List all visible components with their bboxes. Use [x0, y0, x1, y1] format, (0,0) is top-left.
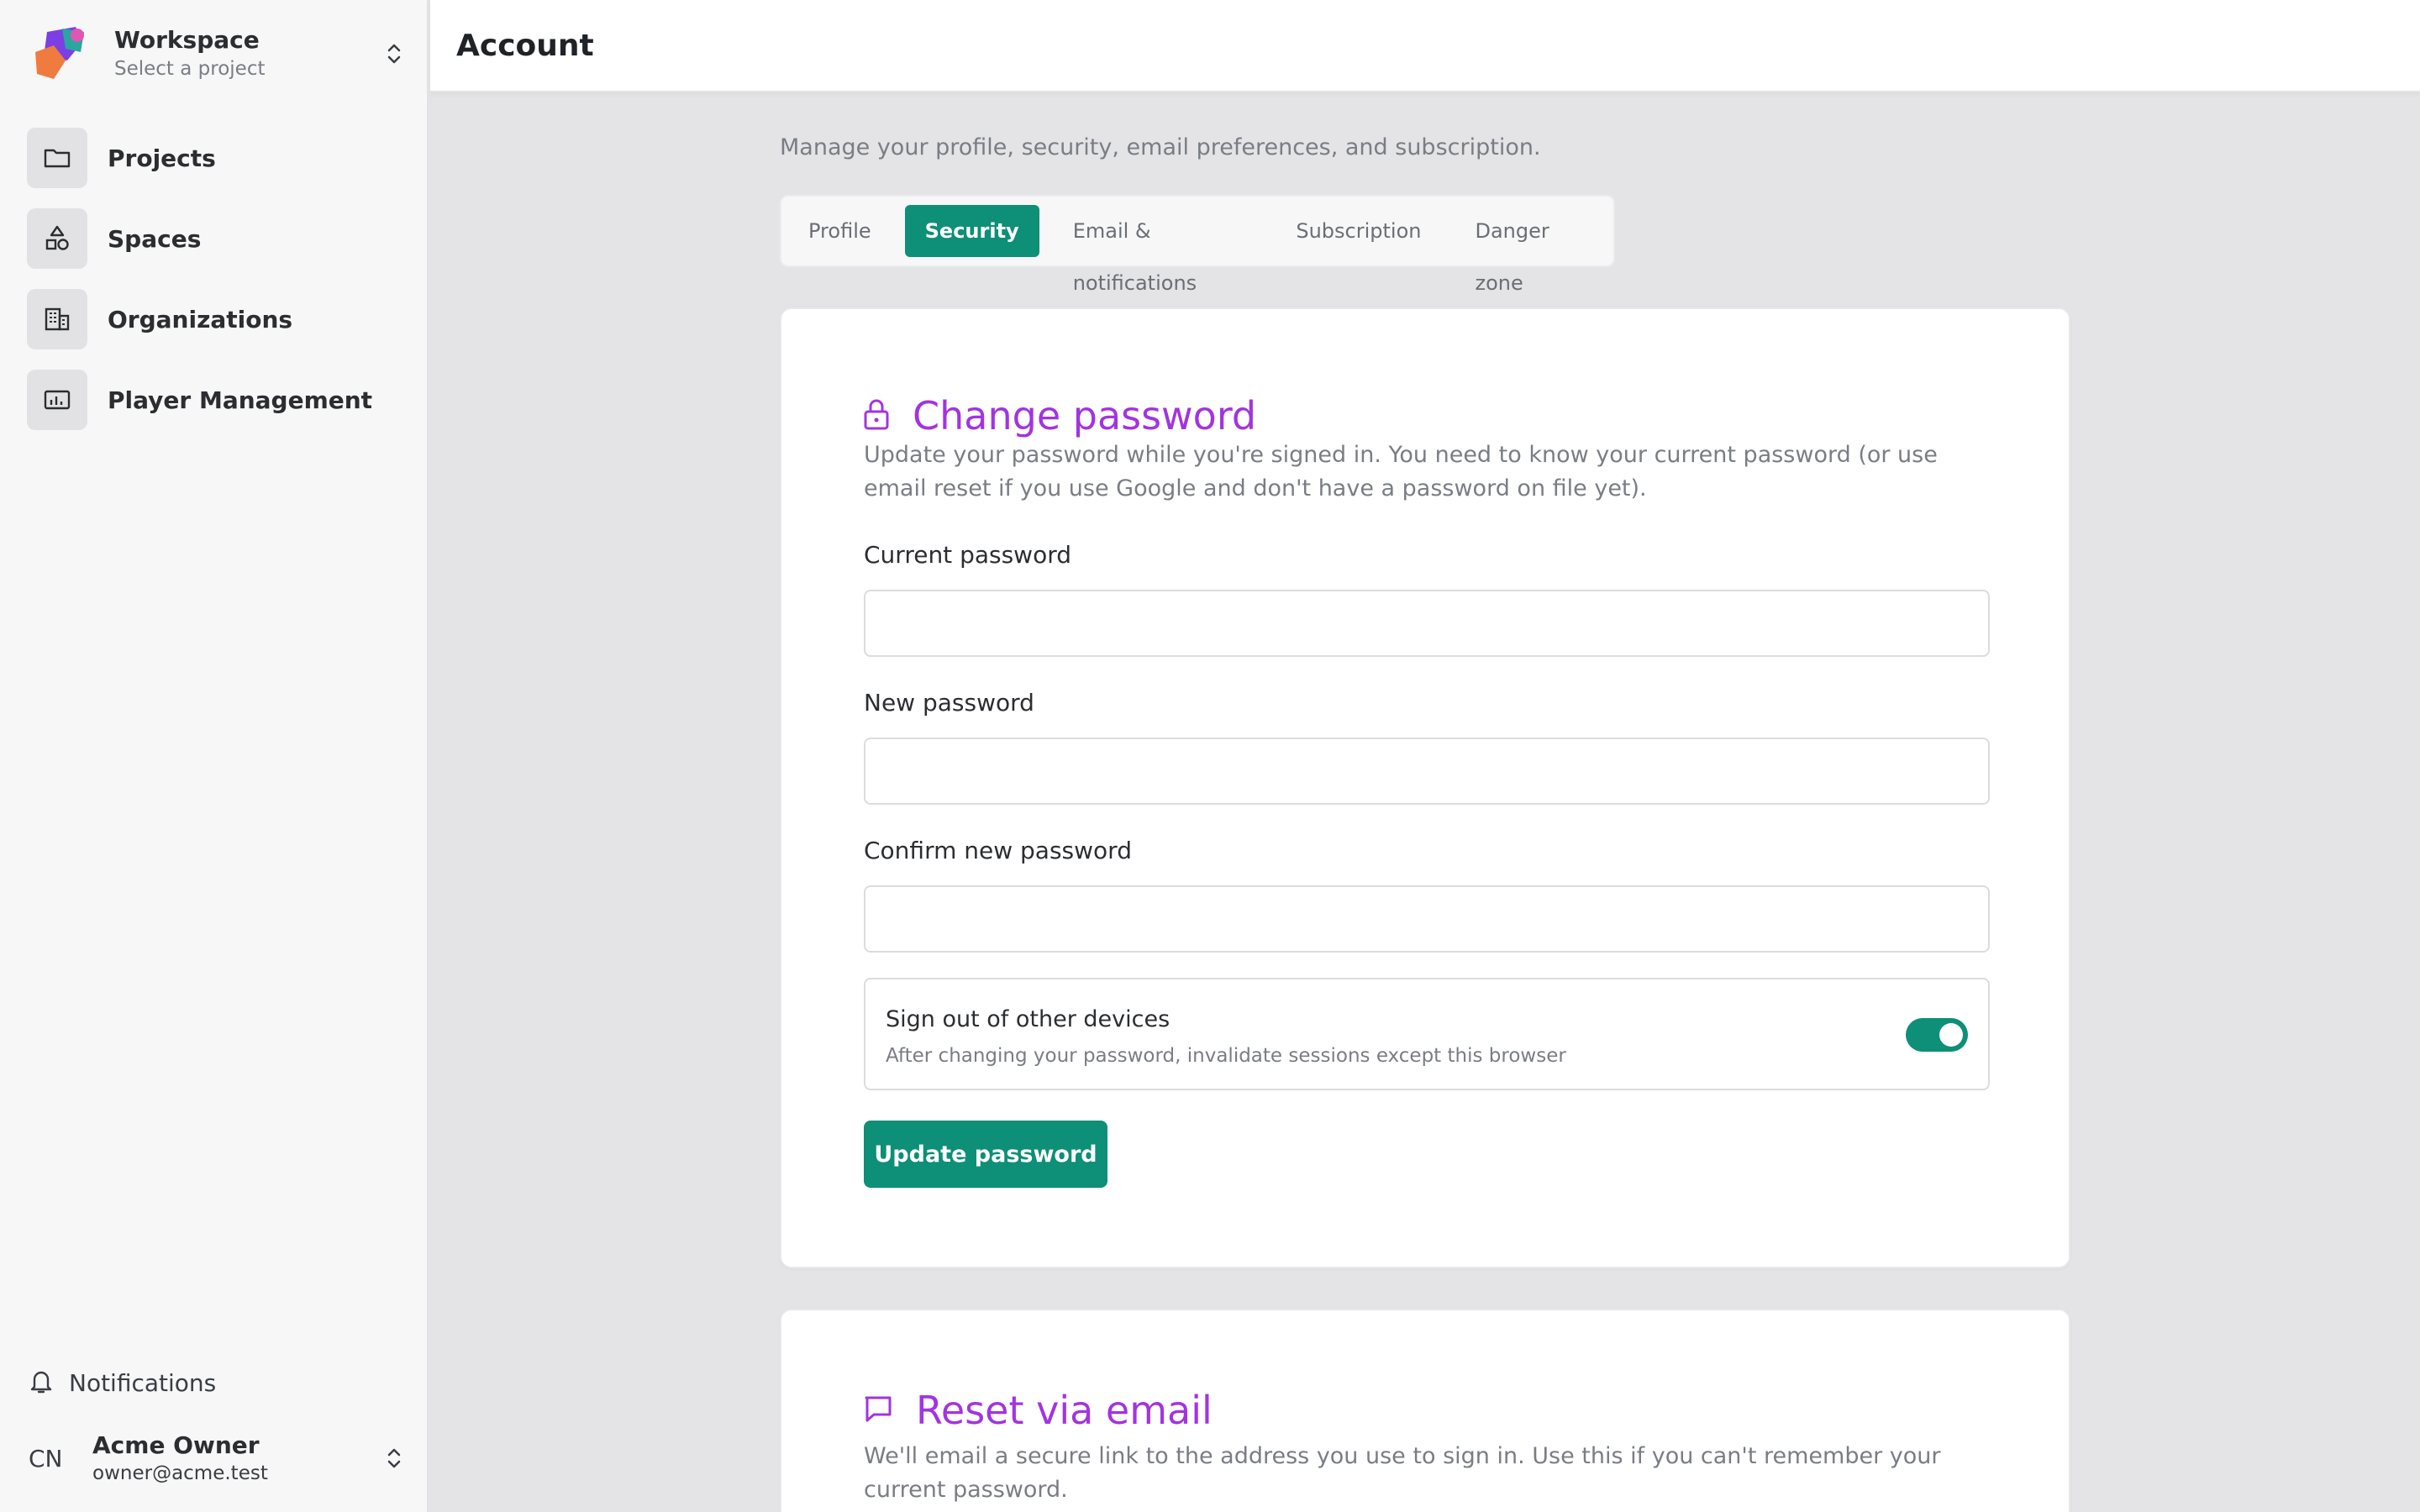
- workspace-logo-icon: [29, 24, 89, 84]
- bell-icon: [29, 1367, 54, 1399]
- tab-danger-zone[interactable]: Danger zone: [1455, 205, 1600, 295]
- sidebar-item-label: Organizations: [108, 305, 293, 333]
- page-title: Account: [456, 28, 594, 63]
- change-password-card: Change password Update your password whi…: [780, 307, 2070, 1268]
- new-password-input[interactable]: [864, 738, 1990, 805]
- sidebar-item-label: Projects: [108, 144, 216, 172]
- new-password-label: New password: [864, 689, 1034, 717]
- signout-devices-description: After changing your password, invalidate…: [886, 1045, 1566, 1067]
- current-password-input[interactable]: [864, 590, 1990, 657]
- workspace-subtitle: Select a project: [114, 58, 266, 80]
- sidebar-item-player-management[interactable]: Player Management: [27, 370, 402, 430]
- workspace-title: Workspace: [114, 26, 260, 54]
- sidebar-item-organizations[interactable]: Organizations: [27, 289, 402, 349]
- monitor-chart-icon: [27, 370, 87, 430]
- message-icon: [862, 1393, 894, 1428]
- chevron-up-down-icon[interactable]: [381, 37, 407, 71]
- reset-email-title: Reset via email: [916, 1388, 1213, 1433]
- signout-devices-option: Sign out of other devices After changing…: [864, 978, 1990, 1090]
- shapes-icon: [27, 208, 87, 269]
- tab-profile[interactable]: Profile: [808, 205, 892, 257]
- workspace-switcher[interactable]: Workspace Select a project: [29, 22, 407, 86]
- tab-subscription[interactable]: Subscription: [1276, 205, 1441, 257]
- confirm-password-input[interactable]: [864, 885, 1990, 953]
- app-root: Workspace Select a project Projects Spac…: [0, 0, 2420, 1512]
- sidebar: Workspace Select a project Projects Spac…: [0, 0, 429, 1512]
- change-password-title: Change password: [913, 393, 1257, 438]
- sidebar-item-label: Player Management: [108, 386, 373, 414]
- page-header: Account: [430, 0, 2420, 92]
- toggle-knob: [1939, 1023, 1963, 1047]
- sidebar-item-projects[interactable]: Projects: [27, 128, 402, 188]
- update-password-button[interactable]: Update password: [864, 1121, 1107, 1188]
- reset-email-description: We'll email a secure link to the address…: [864, 1443, 1941, 1503]
- signout-devices-title: Sign out of other devices: [886, 1006, 1171, 1032]
- sidebar-item-spaces[interactable]: Spaces: [27, 208, 402, 269]
- sidebar-item-label: Spaces: [108, 224, 202, 253]
- chevron-up-down-icon[interactable]: [381, 1441, 407, 1475]
- page-intro: Manage your profile, security, email pre…: [780, 134, 1541, 160]
- avatar: CN: [29, 1444, 63, 1473]
- change-password-description: Update your password while you're signed…: [864, 442, 1938, 501]
- lock-icon: [862, 397, 891, 434]
- reset-email-card: Reset via email We'll email a secure lin…: [780, 1309, 2070, 1512]
- tab-security[interactable]: Security: [904, 205, 1039, 257]
- confirm-password-label: Confirm new password: [864, 837, 1132, 864]
- sidebar-nav: Projects Spaces Organizations Player Man…: [27, 128, 402, 450]
- current-password-label: Current password: [864, 541, 1071, 569]
- notifications-label: Notifications: [69, 1368, 217, 1397]
- user-email: owner@acme.test: [92, 1462, 268, 1484]
- account-tabs: Profile Security Email & notifications S…: [780, 195, 1615, 295]
- user-name: Acme Owner: [92, 1431, 260, 1459]
- signout-devices-toggle[interactable]: [1906, 1018, 1968, 1052]
- building-icon: [27, 289, 87, 349]
- tab-email-notifications[interactable]: Email & notifications: [1053, 205, 1263, 295]
- folder-icon: [27, 128, 87, 188]
- user-menu[interactable]: CN Acme Owner owner@acme.test: [29, 1425, 407, 1492]
- notifications-link[interactable]: Notifications: [29, 1366, 216, 1399]
